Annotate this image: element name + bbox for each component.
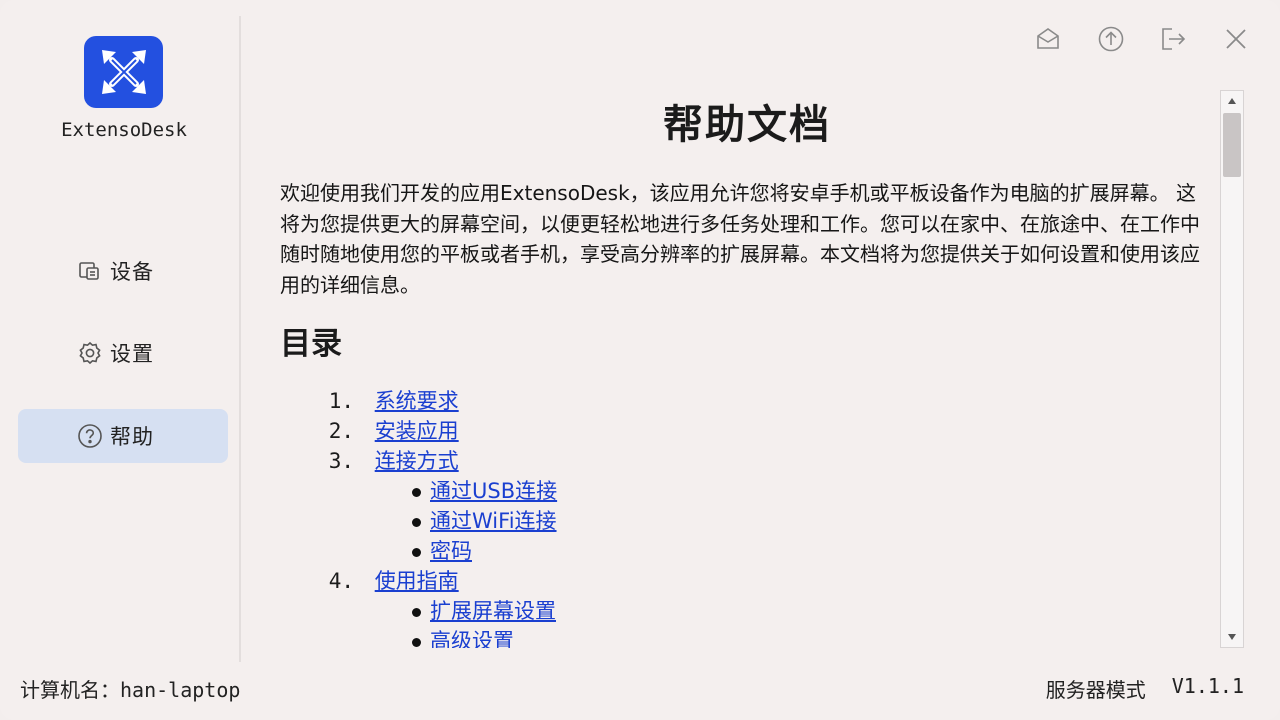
app-window: ExtensoDesk 设备 设置 帮助 帮助文档 欢迎使用我们开发的应用Ext… <box>0 0 1280 720</box>
version-label: V1.1.1 <box>1171 674 1244 698</box>
gear-icon <box>76 339 104 367</box>
help-document: 帮助文档 欢迎使用我们开发的应用ExtensoDesk，该应用允许您将安卓手机或… <box>280 88 1214 648</box>
status-bar-right: 服务器模式 V1.1.1 <box>1046 674 1244 703</box>
scroll-down-arrow-icon[interactable] <box>1221 627 1243 647</box>
toc-link-wifi[interactable]: 通过WiFi连接 <box>430 509 557 533</box>
toc-subitem: 通过USB连接 <box>280 476 1214 506</box>
toc-subitem: 密码 <box>280 536 1214 566</box>
intro-paragraph: 欢迎使用我们开发的应用ExtensoDesk，该应用允许您将安卓手机或平板设备作… <box>280 181 1200 297</box>
sidebar-item-label: 设备 <box>110 260 154 284</box>
upload-icon <box>1097 25 1125 57</box>
toc-item: 1. 系统要求 <box>280 386 1214 416</box>
scroll-thumb[interactable] <box>1223 113 1241 177</box>
toc-number: 1. <box>328 389 354 413</box>
computer-name-label: 计算机名： <box>20 678 120 702</box>
toc-link-usb[interactable]: 通过USB连接 <box>430 479 557 503</box>
mail-icon <box>1034 25 1062 57</box>
toc-heading: 目录 <box>280 326 342 362</box>
toc-number: 3. <box>328 449 354 473</box>
devices-icon <box>76 257 104 285</box>
page-title: 帮助文档 <box>663 101 831 148</box>
toc-item: 2. 安装应用 <box>280 416 1214 446</box>
help-circle-icon <box>76 422 104 450</box>
toc-link-password[interactable]: 密码 <box>430 539 472 563</box>
sidebar: ExtensoDesk 设备 设置 帮助 <box>0 0 240 660</box>
toc-link-system-requirements[interactable]: 系统要求 <box>375 389 459 413</box>
toc-sublist: 通过USB连接 通过WiFi连接 密码 <box>280 476 1214 566</box>
toc-link-advanced-settings[interactable]: 高级设置 <box>430 629 514 648</box>
sidebar-item-devices[interactable]: 设备 <box>18 244 228 298</box>
toc-item: 3. 连接方式 通过USB连接 通过WiFi连接 密码 <box>280 446 1214 566</box>
logout-button[interactable] <box>1158 26 1188 56</box>
toc-link-usage-guide[interactable]: 使用指南 <box>375 569 459 593</box>
close-button[interactable] <box>1221 26 1251 56</box>
app-logo-icon <box>84 36 163 108</box>
toc-item: 4. 使用指南 扩展屏幕设置 高级设置 <box>280 566 1214 648</box>
upload-button[interactable] <box>1096 26 1126 56</box>
computer-name-value: han-laptop <box>120 678 241 702</box>
close-icon <box>1223 26 1249 56</box>
sidebar-item-label: 帮助 <box>110 425 154 449</box>
computer-name-status: 计算机名：han-laptop <box>20 674 240 703</box>
toc-link-extended-screen-settings[interactable]: 扩展屏幕设置 <box>430 599 556 623</box>
toc-number: 4. <box>328 569 354 593</box>
toc-sublist: 扩展屏幕设置 高级设置 <box>280 596 1214 648</box>
logout-icon <box>1159 25 1187 57</box>
scroll-up-arrow-icon[interactable] <box>1221 91 1243 111</box>
server-mode-label: 服务器模式 <box>1045 678 1146 702</box>
toc-subitem: 高级设置 <box>280 626 1214 648</box>
toc-subitem: 通过WiFi连接 <box>280 506 1214 536</box>
vertical-scrollbar[interactable] <box>1220 90 1244 648</box>
app-name: ExtensoDesk <box>61 119 187 141</box>
sidebar-divider <box>239 16 241 662</box>
sidebar-item-help[interactable]: 帮助 <box>18 409 228 463</box>
toc-subitem: 扩展屏幕设置 <box>280 596 1214 626</box>
table-of-contents: 1. 系统要求 2. 安装应用 3. 连接方式 通过USB连接 通过WiFi连接… <box>280 386 1214 648</box>
mail-button[interactable] <box>1033 26 1063 56</box>
toc-number: 2. <box>328 419 354 443</box>
sidebar-item-label: 设置 <box>110 342 154 366</box>
sidebar-item-settings[interactable]: 设置 <box>18 326 228 380</box>
toc-link-install-app[interactable]: 安装应用 <box>375 419 459 443</box>
toc-link-connection-methods[interactable]: 连接方式 <box>375 449 459 473</box>
